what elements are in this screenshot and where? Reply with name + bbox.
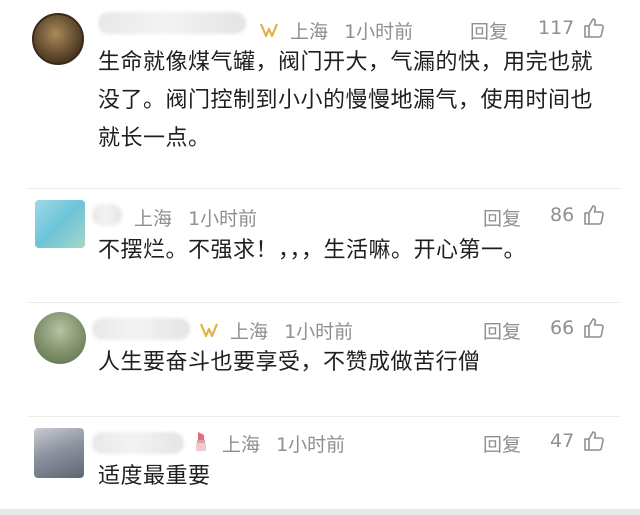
thumbs-up-icon[interactable] <box>582 429 606 453</box>
comment-meta: 上海 1小时前 <box>290 17 413 44</box>
avatar[interactable] <box>32 13 84 65</box>
location-label: 上海 <box>134 208 173 230</box>
location-label: 上海 <box>290 21 329 43</box>
comment-meta: 上海 1小时前 <box>230 317 353 344</box>
location-label: 上海 <box>222 434 261 456</box>
thumbs-up-icon[interactable] <box>582 316 606 340</box>
like-count: 117 <box>538 17 575 39</box>
bottom-border <box>0 509 640 515</box>
reply-button[interactable]: 回复 <box>483 430 521 457</box>
avatar[interactable] <box>35 200 85 248</box>
time-label: 1小时前 <box>284 321 354 343</box>
comment-item: 上海 1小时前 回复 117 生命就像煤气罐，阀门开大，气漏的快，用完也就没了。… <box>0 0 640 180</box>
comment-item: 上海 1小时前 回复 47 适度最重要 <box>0 424 640 509</box>
avatar[interactable] <box>34 428 84 478</box>
divider <box>28 188 620 189</box>
comment-text: 人生要奋斗也要享受，不赞成做苦行僧 <box>98 350 481 375</box>
location-label: 上海 <box>230 321 269 343</box>
avatar[interactable] <box>34 312 86 364</box>
time-label: 1小时前 <box>188 208 258 230</box>
vip-badge-icon <box>199 323 219 338</box>
like-count: 66 <box>550 317 575 339</box>
comment-text: 不摆烂。不强求！，，，生活嘛。开心第一。 <box>98 238 527 263</box>
thumbs-up-icon[interactable] <box>582 203 606 227</box>
username-blurred[interactable] <box>92 318 190 340</box>
comment-item: 上海 1小时前 回复 86 不摆烂。不强求！，，，生活嘛。开心第一。 <box>0 196 640 301</box>
reply-button[interactable]: 回复 <box>483 317 521 344</box>
like-count: 47 <box>550 430 575 452</box>
reply-button[interactable]: 回复 <box>483 204 521 231</box>
vip-badge-icon <box>259 23 279 38</box>
divider <box>28 302 620 303</box>
divider <box>28 416 620 417</box>
reply-button[interactable]: 回复 <box>470 17 508 44</box>
comment-text: 适度最重要 <box>98 464 211 489</box>
comment-meta: 上海 1小时前 <box>134 204 257 231</box>
comment-item: 上海 1小时前 回复 66 人生要奋斗也要享受，不赞成做苦行僧 <box>0 310 640 415</box>
lipstick-icon <box>196 432 206 451</box>
time-label: 1小时前 <box>344 21 414 43</box>
username-blurred[interactable] <box>92 204 122 226</box>
username-blurred[interactable] <box>92 432 184 454</box>
like-count: 86 <box>550 204 575 226</box>
username-blurred[interactable] <box>98 12 246 34</box>
thumbs-up-icon[interactable] <box>582 16 606 40</box>
time-label: 1小时前 <box>276 434 346 456</box>
comment-text: 生命就像煤气罐，阀门开大，气漏的快，用完也就没了。阀门控制到小小的慢慢地漏气，使… <box>98 50 594 151</box>
comment-meta: 上海 1小时前 <box>222 430 345 457</box>
